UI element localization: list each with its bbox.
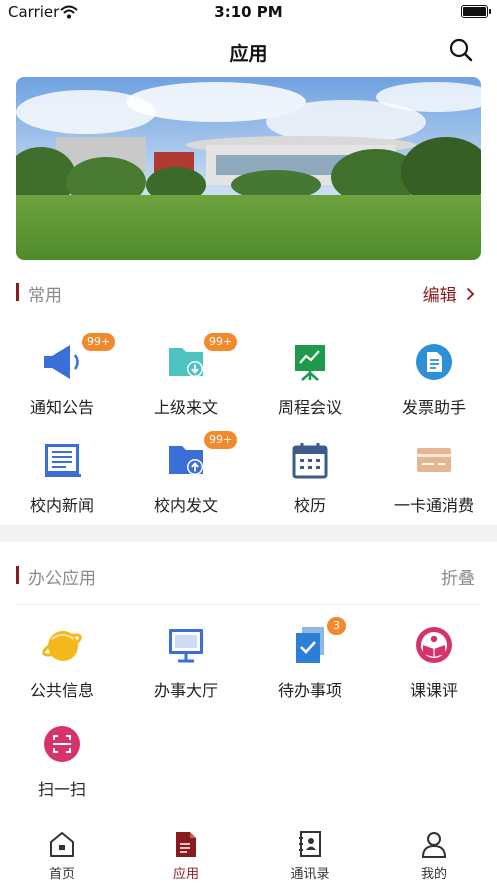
app-tile-label: 一卡通消费 bbox=[393, 496, 474, 515]
app-tile-public-info[interactable]: 公共信息 bbox=[0, 625, 124, 717]
app-tile-label: 待办事项 bbox=[277, 681, 342, 700]
app-tile-invoice[interactable]: 发票助手 bbox=[372, 342, 496, 434]
home-icon bbox=[49, 830, 75, 858]
page-title: 应用 bbox=[229, 43, 268, 65]
app-tile-label: 校内新闻 bbox=[29, 496, 94, 515]
nav-bar: 应用 bbox=[0, 26, 497, 76]
edit-label: 编辑 bbox=[422, 286, 457, 306]
app-tile-superior-docs[interactable]: 99+ 上级来文 bbox=[124, 333, 248, 434]
section-divider bbox=[0, 525, 497, 542]
card-icon bbox=[414, 440, 454, 480]
app-tile-todo[interactable]: 3 待办事项 bbox=[248, 617, 372, 717]
app-tile-label: 办事大厅 bbox=[153, 681, 218, 700]
superior-docs-badge: 99+ bbox=[204, 333, 238, 351]
app-tile-label: 校历 bbox=[293, 496, 326, 515]
scan-icon bbox=[42, 724, 82, 764]
app-tile-label: 周程会议 bbox=[277, 398, 342, 417]
app-tile-weekly-meeting[interactable]: 周程会议 bbox=[248, 342, 372, 434]
todo-clipboard-icon bbox=[290, 625, 330, 665]
app-tile-label: 校内发文 bbox=[153, 496, 218, 515]
newspaper-icon bbox=[42, 440, 82, 480]
campus-photo bbox=[16, 77, 481, 260]
app-tile-label: 公共信息 bbox=[29, 681, 94, 700]
search-icon[interactable] bbox=[448, 37, 474, 67]
app-document-icon bbox=[173, 830, 199, 858]
app-tile-label: 通知公告 bbox=[29, 398, 94, 417]
campus-docs-badge: 99+ bbox=[204, 431, 238, 449]
person-icon bbox=[421, 830, 447, 858]
chevron-right-icon bbox=[466, 286, 475, 306]
folder-download-icon bbox=[166, 342, 206, 382]
status-time: 3:10 PM bbox=[214, 3, 283, 21]
campus-banner[interactable] bbox=[16, 77, 481, 260]
collapse-button[interactable]: 折叠 bbox=[441, 564, 475, 589]
app-tile-label: 扫一扫 bbox=[37, 780, 86, 799]
app-tile-service-hall[interactable]: 办事大厅 bbox=[124, 625, 248, 717]
app-tile-notice[interactable]: 99+ 通知公告 bbox=[0, 333, 124, 434]
calendar-icon bbox=[290, 440, 330, 480]
common-section-title: 常用 bbox=[28, 286, 62, 306]
tab-home[interactable]: 首页 bbox=[0, 828, 124, 883]
tab-label: 首页 bbox=[48, 867, 75, 882]
edit-button[interactable]: 编辑 bbox=[423, 281, 475, 306]
office-section-header: 办公应用 折叠 bbox=[0, 560, 497, 590]
tab-mine[interactable]: 我的 bbox=[372, 828, 496, 883]
folder-upload-icon bbox=[166, 440, 206, 480]
tab-label: 通讯录 bbox=[290, 867, 330, 882]
app-tile-label: 课课评 bbox=[409, 681, 458, 700]
status-bar: Carrier 3:10 PM bbox=[0, 0, 497, 26]
app-tile-card-consumption[interactable]: 一卡通消费 bbox=[372, 440, 496, 532]
app-tile-course-review[interactable]: 课课评 bbox=[372, 625, 496, 717]
todo-badge: 3 bbox=[327, 617, 346, 635]
presentation-board-icon bbox=[290, 342, 330, 382]
common-section-header: 常用 编辑 bbox=[0, 277, 497, 307]
app-tile-label: 上级来文 bbox=[153, 398, 218, 417]
contacts-book-icon bbox=[297, 830, 323, 858]
office-section-title: 办公应用 bbox=[28, 569, 96, 589]
invoice-icon bbox=[414, 342, 454, 382]
tab-bar: 首页 应用 通讯录 我的 bbox=[0, 828, 497, 883]
divider-line bbox=[16, 604, 481, 605]
tab-label: 应用 bbox=[172, 867, 199, 882]
notice-badge: 99+ bbox=[82, 333, 116, 351]
planet-icon bbox=[42, 625, 82, 665]
book-review-icon bbox=[414, 625, 454, 665]
app-tile-campus-docs[interactable]: 99+ 校内发文 bbox=[124, 431, 248, 532]
app-tile-campus-news[interactable]: 校内新闻 bbox=[0, 440, 124, 532]
tab-label: 我的 bbox=[420, 867, 447, 882]
megaphone-icon bbox=[42, 342, 82, 382]
app-tile-label: 发票助手 bbox=[401, 398, 466, 417]
section-marker bbox=[16, 566, 19, 584]
section-marker bbox=[16, 283, 19, 301]
tab-contacts[interactable]: 通讯录 bbox=[248, 828, 372, 883]
app-tile-scan[interactable]: 扫一扫 bbox=[0, 724, 124, 816]
app-tile-calendar[interactable]: 校历 bbox=[248, 440, 372, 532]
battery-icon bbox=[461, 5, 491, 18]
monitor-icon bbox=[166, 625, 206, 665]
tab-apps[interactable]: 应用 bbox=[124, 828, 248, 883]
